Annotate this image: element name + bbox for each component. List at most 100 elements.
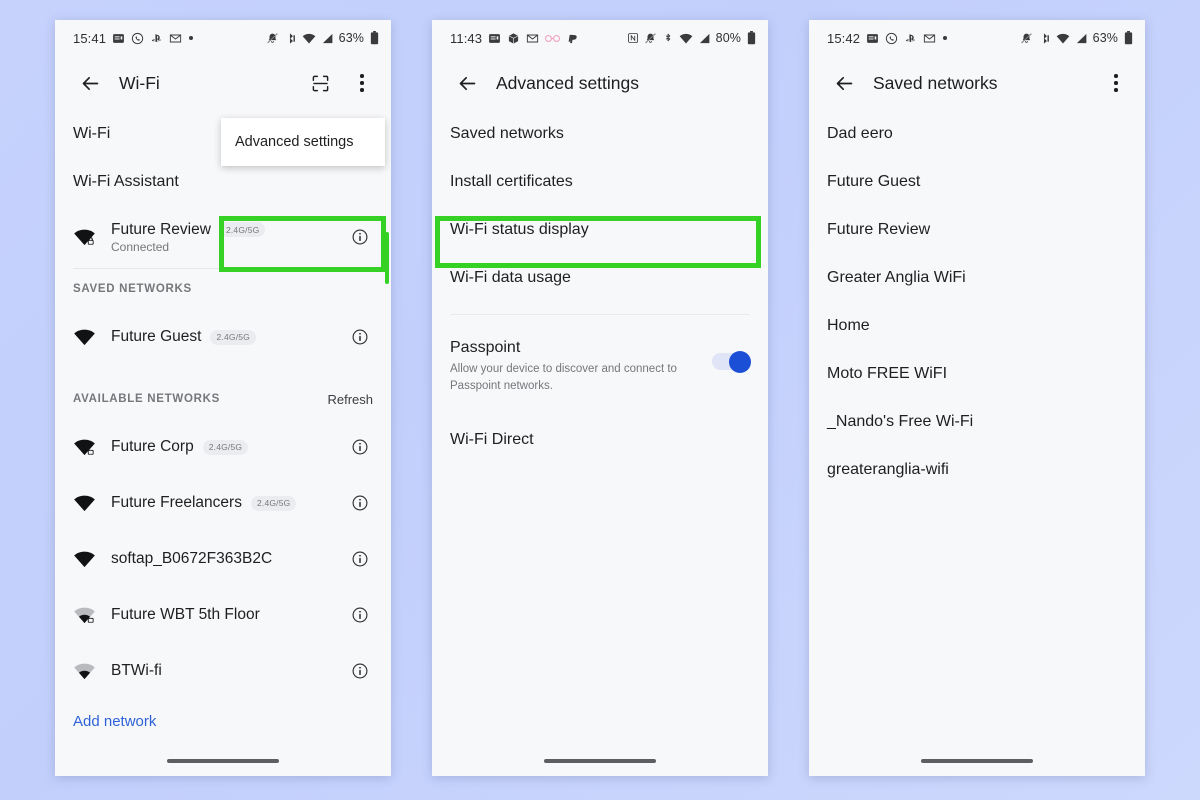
network-row-available-0[interactable]: Future Corp 2.4G/5G xyxy=(55,419,391,475)
network-row-saved-0[interactable]: Future Guest 2.4G/5G xyxy=(55,309,391,365)
passpoint-setting-row[interactable]: Passpoint Allow your device to discover … xyxy=(432,327,768,406)
status-bar-left: 11:43 xyxy=(450,31,627,46)
scroll-indicator[interactable] xyxy=(385,232,389,284)
network-text: softap_B0672F363B2C xyxy=(107,550,347,568)
gmail-icon xyxy=(923,32,936,45)
passpoint-description: Allow your device to discover and connec… xyxy=(450,363,677,392)
passpoint-text: Passpoint Allow your device to discover … xyxy=(450,339,712,394)
wifi-icon xyxy=(1056,32,1070,45)
row-label-wifi: Wi-Fi xyxy=(73,125,111,142)
action-bar: Advanced settings xyxy=(432,56,768,110)
cell-signal-icon xyxy=(321,32,334,45)
wifi-full-icon xyxy=(73,549,107,570)
network-name-line: Future Corp 2.4G/5G xyxy=(111,438,347,456)
glasses-icon xyxy=(545,33,560,44)
saved-network-row-4[interactable]: Home xyxy=(809,302,1145,350)
info-icon[interactable] xyxy=(347,606,373,624)
wifi-full-lock-icon xyxy=(73,227,107,248)
back-arrow-icon[interactable] xyxy=(827,66,861,100)
news-icon xyxy=(488,32,501,45)
saved-network-row-5[interactable]: Moto FREE WiFI xyxy=(809,350,1145,398)
action-bar-actions xyxy=(1101,68,1131,98)
row-label-wifi-assistant: Wi-Fi Assistant xyxy=(73,173,179,190)
status-bar: 15:42 63% xyxy=(809,20,1145,56)
gmail-icon xyxy=(526,32,539,45)
saved-network-row-1[interactable]: Future Guest xyxy=(809,158,1145,206)
passpoint-toggle[interactable] xyxy=(712,350,751,373)
network-text: Future Freelancers 2.4G/5G xyxy=(107,494,347,512)
overflow-popup-menu: Advanced settings xyxy=(221,118,385,166)
advanced-settings-body: Saved networks Install certificates Wi-F… xyxy=(432,110,768,746)
info-icon[interactable] xyxy=(347,438,373,456)
wifi-weak-lock-icon xyxy=(73,605,107,626)
whatsapp-icon xyxy=(885,32,898,45)
network-name: Future Guest xyxy=(111,328,202,345)
battery-percent: 63% xyxy=(338,31,364,45)
phone-panel-advanced-settings: 11:43 80% Advanced settings Saved networ… xyxy=(432,20,768,776)
menu-item-advanced-settings[interactable]: Advanced settings xyxy=(221,118,385,166)
info-icon[interactable] xyxy=(347,550,373,568)
passpoint-title: Passpoint xyxy=(450,339,521,356)
status-clock: 15:42 xyxy=(827,30,861,46)
bluetooth-icon xyxy=(284,32,297,45)
wifi-full-lock-icon xyxy=(73,437,107,458)
battery-percent: 63% xyxy=(1092,31,1118,45)
info-icon[interactable] xyxy=(347,662,373,680)
info-icon[interactable] xyxy=(347,328,373,346)
refresh-button[interactable]: Refresh xyxy=(327,392,373,407)
home-indicator xyxy=(809,746,1145,776)
info-icon[interactable] xyxy=(347,494,373,512)
saved-network-row-2[interactable]: Future Review xyxy=(809,206,1145,254)
network-text: BTWi-fi xyxy=(107,662,347,680)
section-header-available: AVAILABLE NETWORKS Refresh xyxy=(55,379,391,419)
network-name-line: softap_B0672F363B2C xyxy=(111,550,347,568)
network-row-available-3[interactable]: Future WBT 5th Floor xyxy=(55,587,391,643)
battery-icon xyxy=(747,31,756,45)
network-row-available-1[interactable]: Future Freelancers 2.4G/5G xyxy=(55,475,391,531)
info-icon[interactable] xyxy=(347,228,373,246)
status-clock: 11:43 xyxy=(450,30,483,46)
section-header-saved: SAVED NETWORKS xyxy=(55,269,391,309)
status-bar-right: 63% xyxy=(266,31,379,45)
qr-scan-icon[interactable] xyxy=(305,68,335,98)
saved-network-row-6[interactable]: _Nando's Free Wi-Fi xyxy=(809,398,1145,446)
network-name: Future Corp xyxy=(111,438,194,455)
network-row-connected[interactable]: Future Review 2.4G/5G Connected xyxy=(55,206,391,268)
saved-networks-body: Dad eero Future Guest Future Review Grea… xyxy=(809,110,1145,746)
network-name-line: Future Freelancers 2.4G/5G xyxy=(111,494,347,512)
network-name-line: Future WBT 5th Floor xyxy=(111,606,347,624)
cell-signal-icon xyxy=(698,32,711,45)
battery-percent: 80% xyxy=(715,31,741,45)
network-text: Future WBT 5th Floor xyxy=(107,606,347,624)
network-row-available-4[interactable]: BTWi-fi xyxy=(55,643,391,699)
bell-off-icon xyxy=(1020,32,1033,45)
saved-network-row-7[interactable]: greateranglia-wifi xyxy=(809,446,1145,494)
saved-network-row-0[interactable]: Dad eero xyxy=(809,110,1145,158)
page-title: Saved networks xyxy=(873,72,998,93)
setting-row-wifi-status-display[interactable]: Wi-Fi status display xyxy=(432,206,768,254)
action-bar-actions xyxy=(305,68,377,98)
network-name: Future Freelancers xyxy=(111,494,242,511)
wifi-full-icon xyxy=(73,327,107,348)
setting-row-wifi-data-usage[interactable]: Wi-Fi data usage xyxy=(432,254,768,302)
setting-row-install-certificates[interactable]: Install certificates xyxy=(432,158,768,206)
wifi-icon xyxy=(302,32,316,45)
back-arrow-icon[interactable] xyxy=(73,66,107,100)
saved-network-row-3[interactable]: Greater Anglia WiFi xyxy=(809,254,1145,302)
network-band-chip: 2.4G/5G xyxy=(210,329,256,345)
network-row-available-2[interactable]: softap_B0672F363B2C xyxy=(55,531,391,587)
setting-row-saved-networks[interactable]: Saved networks xyxy=(432,110,768,158)
overflow-menu-icon[interactable] xyxy=(1101,68,1131,98)
status-bar-right: 63% xyxy=(1020,31,1133,45)
whatsapp-icon xyxy=(131,32,144,45)
action-bar: Saved networks xyxy=(809,56,1145,110)
package-icon xyxy=(507,32,520,45)
action-bar: Wi-Fi xyxy=(55,56,391,110)
back-arrow-icon[interactable] xyxy=(450,66,484,100)
overflow-menu-icon[interactable] xyxy=(347,68,377,98)
setting-row-wifi-direct[interactable]: Wi-Fi Direct xyxy=(432,416,768,464)
playstation-icon xyxy=(150,32,163,45)
add-network-button[interactable]: Add network xyxy=(55,699,391,743)
status-bar-left: 15:41 xyxy=(73,31,266,46)
status-bar-right: 80% xyxy=(627,31,756,45)
